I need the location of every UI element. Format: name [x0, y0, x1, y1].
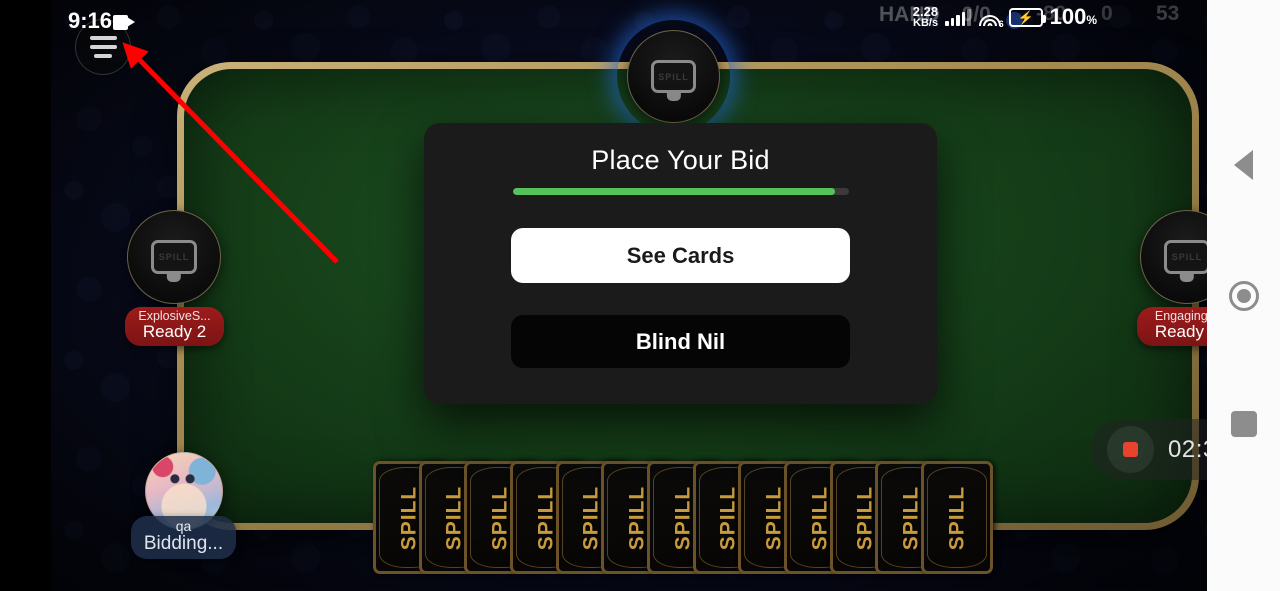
recents-square-icon[interactable]	[1230, 411, 1257, 437]
hamburger-line-3	[94, 54, 112, 58]
hamburger-menu-icon[interactable]	[75, 19, 131, 75]
card-back-label: SPILL	[488, 485, 512, 550]
card-back-label: SPILL	[716, 485, 740, 550]
monitor-avatar-icon: SPILL	[650, 60, 697, 93]
see-cards-button[interactable]: See Cards	[511, 228, 850, 283]
card-back-label: SPILL	[944, 485, 968, 550]
monitor-avatar-icon: SPILL	[1164, 240, 1207, 274]
bid-timer-progress	[512, 188, 849, 195]
card-back-label: SPILL	[533, 485, 557, 550]
player-avatar-left[interactable]: SPILL	[127, 210, 221, 304]
avatar-label-right: SPILL	[1171, 251, 1203, 262]
score-left: -80	[1036, 2, 1067, 25]
player-name-right: Engaging...	[1154, 310, 1207, 323]
screen-root: SPILL HAND0/0 -80 0 53 3 SPILL SPILL Exp…	[0, 0, 1280, 591]
card-back-label: SPILL	[396, 485, 420, 550]
place-bid-dialog: Place Your Bid See Cards Blind Nil	[424, 123, 937, 404]
game-viewport: SPILL HAND0/0 -80 0 53 3 SPILL SPILL Exp…	[51, 0, 1207, 591]
left-black-gutter	[0, 0, 51, 591]
home-circle-icon[interactable]	[1228, 281, 1259, 311]
hand-card[interactable]: SPILL	[921, 461, 993, 574]
back-triangle-icon[interactable]	[1229, 150, 1259, 180]
moon-icon	[1006, 12, 1023, 29]
stop-record-icon	[1123, 442, 1138, 457]
hamburger-line-2	[89, 45, 117, 49]
player-status-left: Ready 2	[142, 322, 207, 342]
dialog-title: Place Your Bid	[591, 145, 770, 175]
android-navigation-bar	[1207, 0, 1280, 591]
card-back-label: SPILL	[670, 485, 694, 550]
avatar-label-left: SPILL	[158, 251, 190, 262]
player-badge-self: qa Bidding...	[131, 516, 236, 559]
player-avatar-top[interactable]: SPILL	[627, 30, 720, 123]
player-hand[interactable]: SPILL SPILL SPILL SPILL SPILL SPILL SPILL SPILL…	[373, 461, 993, 575]
player-name-self: qa	[175, 519, 192, 534]
player-badge-left: ExplosiveS... Ready 2	[125, 307, 224, 347]
card-back-label: SPILL	[762, 485, 786, 550]
avatar-label-top: SPILL	[658, 71, 689, 82]
hand-label: HAND	[879, 3, 940, 26]
hand-value: 0/0	[961, 3, 991, 26]
hand-counter: HAND 0/0	[879, 3, 991, 27]
score-right: 53	[1156, 2, 1180, 25]
recording-elapsed: 02:38	[1168, 435, 1207, 463]
screen-recorder-pill[interactable]: 02:38	[1091, 419, 1207, 480]
card-back-label: SPILL	[899, 485, 923, 550]
stop-record-button[interactable]	[1107, 426, 1154, 473]
card-back-label: SPILL	[442, 485, 466, 550]
player-status-self: Bidding...	[143, 532, 224, 554]
monitor-avatar-icon: SPILL	[151, 240, 197, 274]
hamburger-line-1	[89, 36, 117, 40]
card-back-label: SPILL	[579, 485, 603, 550]
card-back-label: SPILL	[853, 485, 877, 550]
score-mid: 0	[1101, 2, 1113, 25]
bid-timer-progress-fill	[512, 188, 836, 195]
card-back-label: SPILL	[625, 485, 649, 550]
player-badge-right: Engaging... Ready 4	[1137, 307, 1207, 347]
card-back-label: SPILL	[807, 485, 831, 550]
player-status-right: Ready 4	[1154, 322, 1207, 342]
player-name-left: ExplosiveS...	[138, 310, 211, 323]
blind-nil-button[interactable]: Blind Nil	[511, 315, 850, 368]
